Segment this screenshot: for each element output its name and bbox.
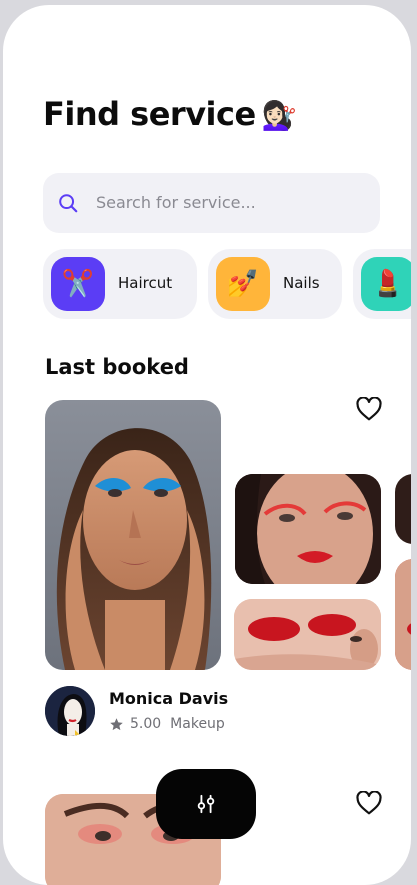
booking-photo-partial-top[interactable] — [395, 474, 411, 544]
category-chip-makeup[interactable]: 💄 — [353, 249, 411, 319]
search-input[interactable]: Search for service... — [96, 193, 256, 212]
category-list: ✂️ Haircut 💅 Nails 💄 — [43, 249, 411, 319]
hairdresser-emoji-icon: 💇🏻‍♀️ — [261, 99, 297, 132]
booking-photo-red-lips[interactable] — [234, 599, 381, 670]
partial-image — [395, 559, 411, 670]
category-chip-nails[interactable]: 💅 Nails — [208, 249, 342, 319]
avatar[interactable] — [45, 686, 95, 736]
filter-sliders-icon — [197, 794, 215, 814]
star-icon — [110, 717, 123, 730]
heart-icon[interactable] — [356, 397, 382, 421]
nail-polish-icon: 💅 — [216, 257, 270, 311]
page-title-text: Find service — [43, 95, 256, 133]
rating-value: 5.00 — [130, 716, 162, 732]
red-lips-image — [234, 599, 381, 670]
phone-screen: Find service 💇🏻‍♀️ Search for service... … — [3, 5, 411, 885]
heart-icon[interactable] — [356, 791, 382, 815]
category-chip-haircut[interactable]: ✂️ Haircut — [43, 249, 197, 319]
service-category: Makeup — [170, 716, 225, 732]
stylist-meta: 5.00 Makeup — [109, 716, 225, 732]
lipstick-icon: 💄 — [361, 257, 411, 311]
booking-photo-red-liner[interactable] — [235, 474, 381, 584]
category-label-nails: Nails — [283, 274, 320, 292]
booking-photo-main[interactable] — [45, 400, 221, 670]
stylist-name: Monica Davis — [109, 689, 229, 708]
portrait-image — [56, 428, 212, 670]
search-bar[interactable]: Search for service... — [43, 173, 380, 233]
section-title-last-booked: Last booked — [45, 355, 189, 379]
scissors-icon: ✂️ — [51, 257, 105, 311]
red-liner-image — [235, 474, 381, 584]
avatar-illustration — [45, 686, 95, 736]
booking-photo-partial-bottom[interactable] — [395, 559, 411, 670]
search-icon — [59, 194, 78, 213]
page-title: Find service 💇🏻‍♀️ — [43, 95, 297, 133]
category-label-haircut: Haircut — [118, 274, 173, 292]
filter-button[interactable] — [156, 769, 256, 839]
